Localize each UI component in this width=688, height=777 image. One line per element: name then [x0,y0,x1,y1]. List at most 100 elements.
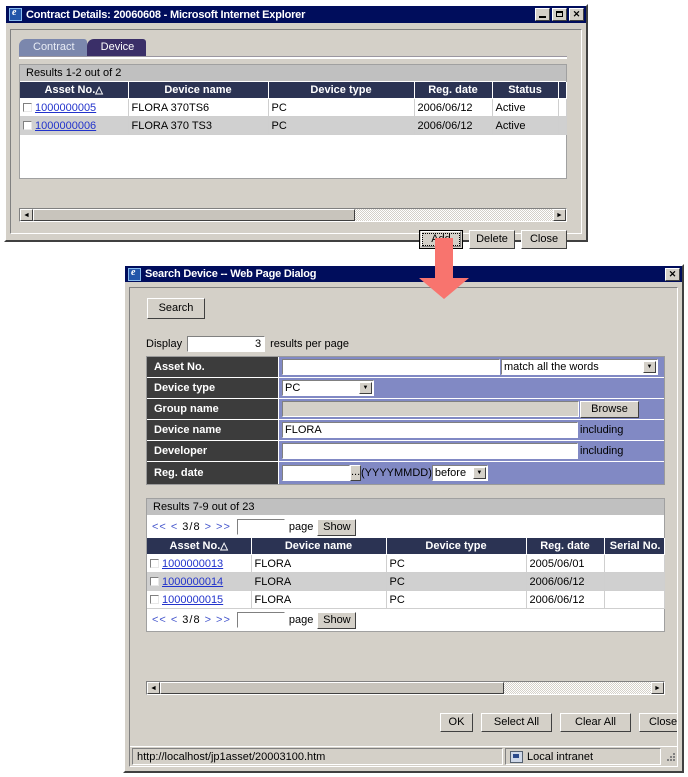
clear-all-button[interactable]: Clear All [560,713,631,732]
cell-device-name: FLORA 370 TS3 [128,116,269,135]
pager-next[interactable]: > [205,614,212,626]
pager-bottom: << < 3/8 > >> page Show [147,609,664,631]
col-asset-no[interactable]: Asset No.△ [20,82,129,99]
close-icon[interactable]: ✕ [665,267,680,281]
asset-link[interactable]: 1000000015 [162,594,223,606]
chevron-down-icon[interactable]: ▼ [643,361,656,373]
row-checkbox[interactable] [23,102,32,112]
close-button[interactable]: Close [521,230,567,249]
pager-next[interactable]: > [205,521,212,533]
row-checkbox[interactable] [23,120,32,130]
table-header-row: Asset No.△ Device name Device type Reg. … [20,82,567,99]
chevron-down-icon[interactable]: ▼ [359,382,372,394]
pager-last[interactable]: >> [216,614,231,626]
scroll-left-icon[interactable]: ◄ [20,209,33,221]
show-button[interactable]: Show [317,518,357,536]
col-asset-no[interactable]: Asset No.△ [147,538,252,555]
scrollbar-track[interactable] [33,209,553,221]
cell-device-type: PC [268,98,415,117]
cell-device-type: PC [386,572,527,591]
cell-asset-no: 1000000015 [147,590,252,609]
cell-spacer [558,116,567,135]
asset-no-match-select[interactable]: match all the words ▼ [501,359,658,375]
pager-last[interactable]: >> [216,521,231,533]
developer-input[interactable] [282,443,578,459]
red-down-arrow-annotation [418,238,470,300]
results-per-page-suffix: results per page [270,338,349,350]
col-device-name[interactable]: Device name [128,82,269,99]
show-button[interactable]: Show [317,611,357,629]
field-label-group-name: Group name [147,399,279,420]
row-checkbox[interactable] [150,558,159,568]
table-row: 1000000006 FLORA 370 TS3 PC 2006/06/12 A… [20,116,567,135]
asset-link[interactable]: 1000000014 [162,576,223,588]
cell-asset-no: 1000000013 [147,554,252,573]
select-all-button[interactable]: Select All [481,713,552,732]
scrollbar-track[interactable] [160,682,651,694]
col-reg-date[interactable]: Reg. date [526,538,605,555]
pager-page-input[interactable] [236,519,285,535]
col-device-type[interactable]: Device type [386,538,527,555]
reg-date-comparison-select[interactable]: before ▼ [431,465,488,481]
tab-device[interactable]: Device [86,39,147,56]
resize-grip-icon[interactable] [663,750,677,764]
asset-link[interactable]: 1000000005 [35,102,96,114]
cell-reg-date: 2006/06/12 [526,572,605,591]
cell-device-type: PC [386,590,527,609]
dialog-title: Search Device -- Web Page Dialog [145,268,317,280]
scroll-left-icon[interactable]: ◄ [147,682,160,694]
pager-position: 3/8 [182,521,201,533]
col-device-name[interactable]: Device name [251,538,387,555]
device-type-select[interactable]: PC ▼ [282,380,374,396]
tab-device-label: Device [100,41,135,53]
pager-page-label: page [288,521,314,533]
chevron-down-icon[interactable]: ▼ [472,467,486,479]
asset-link[interactable]: 1000000013 [162,558,223,570]
pager-prev[interactable]: < [171,614,178,626]
device-name-input[interactable]: FLORA [282,422,578,438]
delete-button[interactable]: Delete [469,230,515,249]
col-status[interactable]: Status [492,82,559,99]
scrollbar-thumb[interactable] [33,209,356,221]
tab-contract[interactable]: Contract [19,39,87,56]
results-per-page-input[interactable]: 3 [187,336,266,352]
cell-serial-no [604,554,665,573]
dialog-horizontal-scrollbar[interactable]: ◄ ► [146,681,665,695]
horizontal-scrollbar[interactable]: ◄ ► [19,208,567,222]
results-summary: Results 1-2 out of 2 [20,65,566,82]
maximize-icon[interactable] [552,8,567,21]
device-table: Asset No.△ Device name Device type Reg. … [20,82,567,135]
search-button[interactable]: Search [147,298,205,319]
field-row-developer: Developer including [147,441,664,462]
ok-button[interactable]: OK [440,713,473,732]
pager-first[interactable]: << [152,614,167,626]
pager-prev[interactable]: < [171,521,178,533]
cell-device-name: FLORA [251,590,387,609]
reg-date-input[interactable] [282,465,350,481]
scroll-right-icon[interactable]: ► [651,682,664,694]
scroll-right-icon[interactable]: ► [553,209,566,221]
minimize-icon[interactable] [535,8,550,21]
dialog-close-button[interactable]: Close [639,713,677,732]
date-picker-button[interactable]: ... [350,465,361,481]
col-reg-date[interactable]: Reg. date [414,82,493,99]
browse-button[interactable]: Browse [580,400,639,418]
scrollbar-thumb[interactable] [160,682,504,694]
cell-device-type: PC [268,116,415,135]
cell-serial-no [604,590,665,609]
asset-link[interactable]: 1000000006 [35,120,96,132]
field-row-device-name: Device name FLORA including [147,420,664,441]
asset-no-input[interactable] [282,359,500,375]
row-checkbox[interactable] [150,594,159,604]
col-device-type[interactable]: Device type [268,82,415,99]
row-checkbox[interactable] [150,576,159,586]
cell-asset-no: 1000000006 [20,116,129,135]
search-form: Asset No. match all the words ▼ Device t… [146,356,665,485]
pager-page-input[interactable] [236,612,285,628]
col-serial-no[interactable]: Serial No. [604,538,665,555]
pager-first[interactable]: << [152,521,167,533]
table-row: 1000000015 FLORA PC 2006/06/12 [147,590,665,609]
field-value-developer: including [279,441,664,462]
cell-reg-date: 2006/06/12 [526,590,605,609]
close-icon[interactable]: ✕ [569,8,584,21]
